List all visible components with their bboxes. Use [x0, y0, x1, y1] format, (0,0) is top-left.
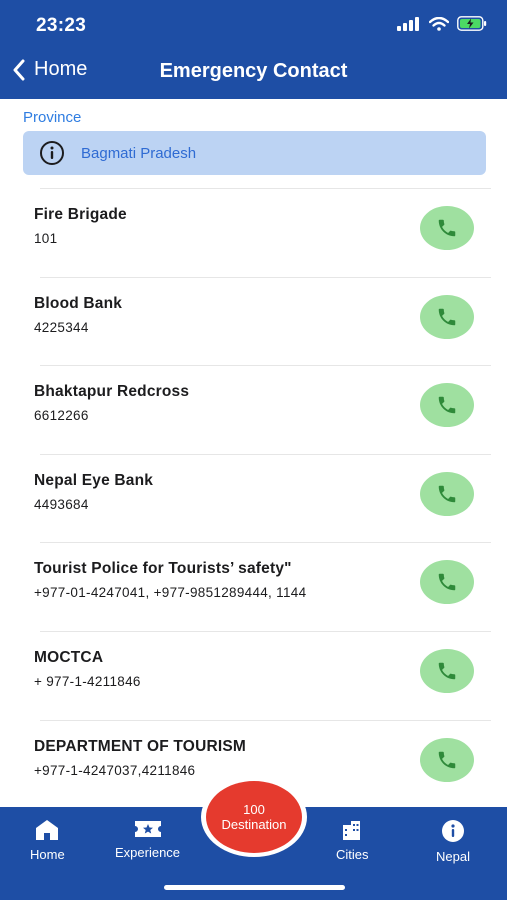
tab-experience[interactable]: Experience [115, 819, 180, 860]
contact-name: Bhaktapur Redcross [34, 383, 190, 401]
contact-list: Fire Brigade 101 Blood Bank 4225344 Bhak… [0, 188, 507, 808]
call-button[interactable] [420, 383, 474, 428]
row-divider [40, 630, 491, 632]
contact-number: 4493684 [34, 496, 89, 512]
tab-cities-label: Cities [336, 847, 369, 862]
contact-name: Blood Bank [34, 294, 123, 312]
contact-name: Fire Brigade [34, 206, 127, 223]
info-circle-icon [40, 141, 64, 165]
contact-row-fire-brigade: Fire Brigade 101 [0, 188, 507, 277]
contact-number: 4225344 [34, 319, 89, 335]
province-label: Province [23, 109, 82, 126]
tab-cities[interactable]: Cities [336, 819, 369, 862]
destination-count: 100 [243, 802, 265, 817]
contact-row-blood-bank: Blood Bank 4225344 [0, 276, 507, 366]
phone-icon [438, 485, 456, 503]
contact-row-moctca: MOCTCA + 977-1-4211846 [0, 630, 507, 720]
contact-row-nepal-eye-bank: Nepal Eye Bank 4493684 [0, 453, 507, 543]
province-value: Bagmati Pradesh [81, 144, 197, 162]
home-icon [36, 820, 59, 840]
row-divider [40, 719, 491, 721]
contact-number: +977-01-4247041, +977-9851289444, 1144 [34, 585, 307, 601]
phone-icon [438, 219, 456, 237]
tab-nepal[interactable]: Nepal [436, 819, 470, 864]
status-icons [397, 16, 487, 31]
phone-icon [438, 751, 456, 768]
signal-icon [397, 16, 419, 31]
contact-number: + 977-1-4211846 [34, 673, 141, 689]
wifi-icon [429, 16, 449, 31]
row-divider [40, 188, 491, 189]
call-button[interactable] [420, 206, 474, 250]
tab-nepal-label: Nepal [436, 849, 470, 864]
tab-home[interactable]: Home [30, 819, 65, 862]
row-divider [40, 276, 491, 278]
destination-button[interactable]: 100 Destination [206, 781, 302, 853]
page-title: Emergency Contact [159, 60, 348, 82]
contact-name: Nepal Eye Bank [34, 471, 154, 489]
province-selector[interactable]: Bagmati Pradesh [23, 131, 486, 175]
row-divider [40, 453, 491, 455]
call-button[interactable] [420, 471, 474, 516]
phone-icon [438, 396, 456, 414]
contact-row-tourist-police: Tourist Police for Tourists’ safety" +97… [0, 542, 507, 631]
ticket-icon [134, 821, 161, 837]
info-icon [441, 820, 464, 842]
home-indicator [164, 885, 345, 890]
contact-name: MOCTCA [34, 648, 104, 666]
call-button[interactable] [420, 648, 474, 693]
contact-number: +977-1-4247037,4211846 [34, 762, 196, 778]
destination-button-ring: 100 Destination [201, 777, 307, 857]
contact-number: 6612266 [34, 408, 89, 424]
tab-experience-label: Experience [115, 845, 181, 860]
battery-charging-icon [457, 16, 487, 31]
row-divider [40, 542, 491, 544]
contact-name: Tourist Police for Tourists’ safety" [34, 560, 292, 578]
contact-name: DEPARTMENT OF TOURISM [34, 737, 247, 755]
tab-home-label: Home [30, 847, 65, 862]
contact-number: 101 [34, 231, 58, 246]
buildings-icon [343, 821, 361, 840]
status-time: 23:23 [36, 15, 87, 36]
call-button[interactable] [420, 737, 474, 782]
phone-icon [438, 574, 456, 591]
call-button[interactable] [420, 560, 474, 605]
call-button[interactable] [420, 294, 474, 339]
contact-row-bhaktapur-redcross: Bhaktapur Redcross 6612266 [0, 365, 507, 454]
row-divider [40, 365, 491, 367]
destination-label: Destination [221, 817, 287, 832]
phone-icon [438, 308, 456, 325]
phone-icon [438, 662, 456, 680]
top-bar: 23:23 Home Emergency Contact [0, 0, 507, 99]
